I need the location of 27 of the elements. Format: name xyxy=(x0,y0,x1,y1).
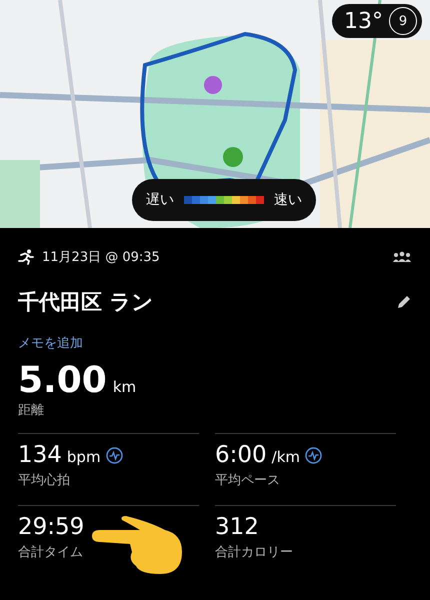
stat-label: 平均心拍 xyxy=(18,472,71,489)
weather-dial: 9 xyxy=(389,7,417,35)
stat-unit: /km xyxy=(272,448,300,466)
stat-value: 134 xyxy=(18,442,62,468)
stat-label: 合計カロリー xyxy=(215,544,294,561)
pointing-hand-icon xyxy=(90,516,185,576)
stat-value: 312 xyxy=(215,514,259,540)
people-icon[interactable] xyxy=(392,251,412,263)
temperature: 13° xyxy=(344,8,383,34)
stat-label: 平均ペース xyxy=(215,472,281,489)
chart-icon[interactable] xyxy=(305,446,322,464)
activity-date: 11月23日 @ 09:35 xyxy=(42,249,161,266)
stat-value: 6:00 xyxy=(215,442,267,468)
pencil-icon[interactable] xyxy=(396,294,412,310)
distance-unit: km xyxy=(112,378,136,396)
distance-value: 5.00 xyxy=(18,360,107,401)
legend-label: 速い xyxy=(274,191,302,209)
add-memo-link[interactable]: メモを追加 xyxy=(18,334,83,352)
chart-icon[interactable] xyxy=(106,446,123,464)
activity-title: 千代田区 ラン xyxy=(18,289,154,316)
runner-icon xyxy=(18,249,34,265)
stat-unit: bpm xyxy=(66,448,101,466)
legend-label: 遅い xyxy=(146,191,174,209)
distance-label: 距離 xyxy=(18,402,45,419)
weather-badge[interactable]: 13° 9 xyxy=(332,4,422,38)
stat-label: 合計タイム xyxy=(18,544,84,561)
stat-value: 29:59 xyxy=(18,514,84,540)
